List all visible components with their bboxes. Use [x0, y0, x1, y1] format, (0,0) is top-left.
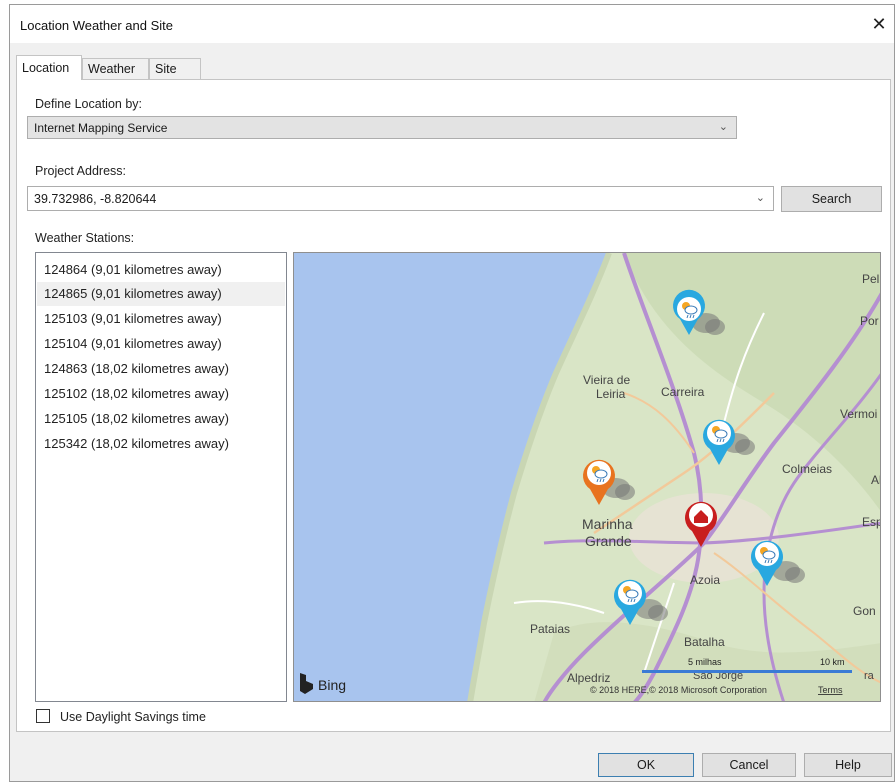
- weather-stations-list[interactable]: 124864 (9,01 kilometres away) 124865 (9,…: [35, 252, 287, 702]
- search-button[interactable]: Search: [781, 186, 882, 212]
- map-label-colmeias: Colmeias: [782, 462, 832, 476]
- close-icon[interactable]: ✕: [868, 13, 890, 35]
- map-label-marinha: Marinha: [582, 516, 633, 532]
- list-item[interactable]: 125104 (9,01 kilometres away): [37, 332, 285, 356]
- define-location-select[interactable]: Internet Mapping Service ⌄: [27, 116, 737, 139]
- title-bar: Location Weather and Site ✕: [10, 5, 894, 43]
- bing-logo-text: Bing: [318, 677, 346, 693]
- map-label-batalha: Batalha: [684, 635, 725, 649]
- list-item[interactable]: 125105 (18,02 kilometres away): [37, 407, 285, 431]
- map-label-esp: Esp: [862, 515, 881, 529]
- map-label-azoia: Azoia: [690, 573, 720, 587]
- list-item[interactable]: 125103 (9,01 kilometres away): [37, 307, 285, 331]
- window-title: Location Weather and Site: [20, 18, 173, 33]
- define-location-label: Define Location by:: [35, 97, 143, 111]
- list-item[interactable]: 124864 (9,01 kilometres away): [37, 258, 285, 282]
- weather-stations-label: Weather Stations:: [35, 231, 135, 245]
- map-view[interactable]: Vieira de Leiria Carreira Vermoi Colmeia…: [293, 252, 881, 702]
- map-label-alpedriz: Alpedriz: [567, 671, 610, 685]
- map-label-al: Al: [871, 473, 881, 487]
- define-location-value: Internet Mapping Service: [34, 121, 168, 135]
- tab-location[interactable]: Location: [16, 55, 82, 80]
- map-label-por: Por: [860, 314, 879, 328]
- cancel-button[interactable]: Cancel: [702, 753, 796, 777]
- map-label-gon: Gon: [853, 604, 876, 618]
- ok-button[interactable]: OK: [598, 753, 694, 777]
- list-item[interactable]: 125102 (18,02 kilometres away): [37, 382, 285, 406]
- tab-site[interactable]: Site: [149, 58, 201, 79]
- map-label-vermoil: Vermoi: [840, 407, 877, 421]
- tab-weather[interactable]: Weather: [82, 58, 149, 79]
- list-item[interactable]: 124865 (9,01 kilometres away): [37, 282, 285, 306]
- map-label-leiria: Leiria: [596, 387, 626, 401]
- list-item[interactable]: 125342 (18,02 kilometres away): [37, 432, 285, 456]
- map-label-vieira: Vieira de: [583, 373, 630, 387]
- project-address-value: 39.732986, -8.820644: [34, 192, 157, 206]
- map-copyright: © 2018 HERE,© 2018 Microsoft Corporation: [590, 685, 767, 695]
- help-button[interactable]: Help: [804, 753, 892, 777]
- map-label-pel: Pel: [862, 272, 879, 286]
- daylight-savings-label: Use Daylight Savings time: [60, 710, 206, 724]
- chevron-down-icon[interactable]: ⌄: [756, 191, 765, 204]
- map-canvas[interactable]: Vieira de Leiria Carreira Vermoi Colmeia…: [294, 253, 881, 702]
- project-address-input[interactable]: 39.732986, -8.820644 ⌄: [27, 186, 774, 211]
- map-label-carreira: Carreira: [661, 385, 705, 399]
- scale-miles-label: 5 milhas: [688, 657, 722, 667]
- map-terms-link[interactable]: Terms: [818, 685, 843, 695]
- map-label-ra: ra: [864, 670, 875, 682]
- daylight-savings-checkbox[interactable]: [36, 709, 50, 723]
- list-item[interactable]: 124863 (18,02 kilometres away): [37, 357, 285, 381]
- map-label-grande: Grande: [585, 533, 632, 549]
- project-address-label: Project Address:: [35, 164, 127, 178]
- map-label-pataias: Pataias: [530, 622, 570, 636]
- chevron-down-icon: ⌄: [718, 121, 728, 133]
- scale-km-label: 10 km: [820, 657, 845, 667]
